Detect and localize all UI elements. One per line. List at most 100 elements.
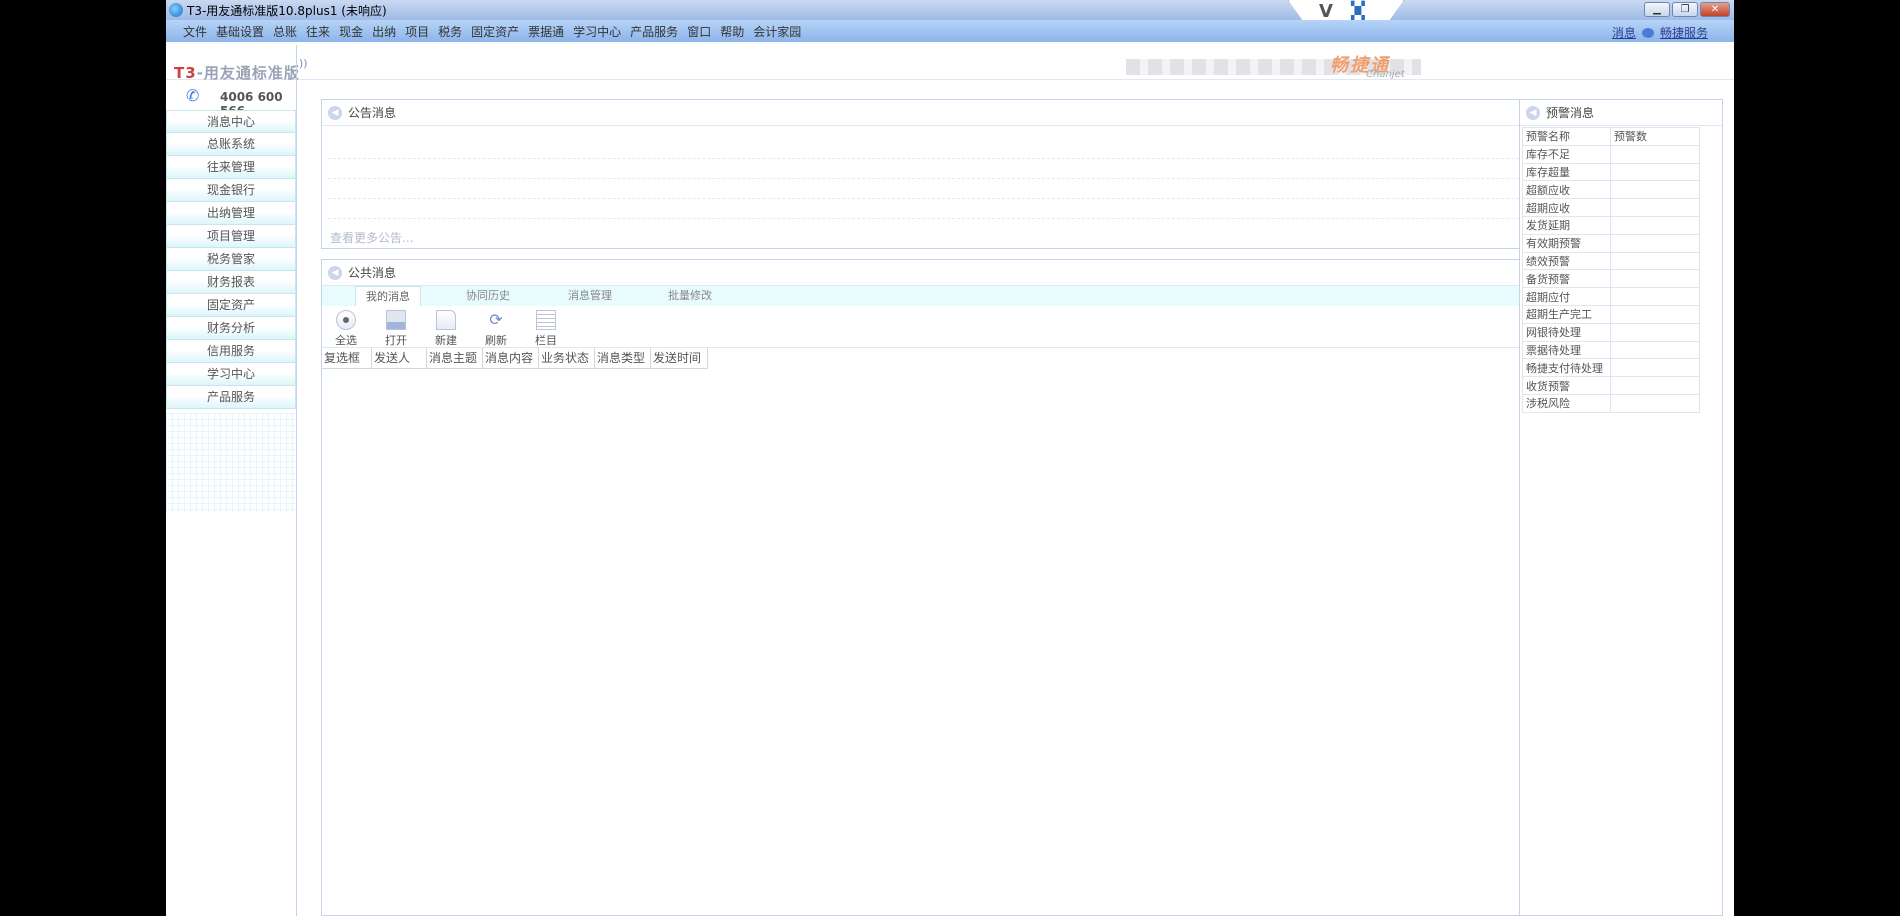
tab-batch-edit[interactable]: 批量修改	[668, 286, 712, 306]
warning-name: 超期生产完工	[1522, 304, 1611, 324]
column-type[interactable]: 消息类型	[595, 348, 651, 369]
table-row[interactable]: 绩效预警	[1522, 251, 1700, 271]
menu-project[interactable]: 项目	[405, 23, 429, 40]
menu-cashier[interactable]: 出纳	[372, 23, 396, 40]
table-row[interactable]: 库存不足	[1522, 144, 1700, 164]
close-button[interactable]: ✕	[1700, 2, 1730, 17]
table-row[interactable]: 畅捷支付待处理	[1522, 358, 1700, 378]
warning-count	[1610, 198, 1700, 217]
column-sender[interactable]: 发送人	[372, 348, 427, 369]
see-more-announcements-link[interactable]: 查看更多公告...	[330, 229, 413, 246]
menu-help[interactable]: 帮助	[720, 23, 744, 40]
table-row[interactable]: 网银待处理	[1522, 322, 1700, 342]
sidebar-item-message-center[interactable]: 消息中心	[166, 110, 296, 133]
column-subject[interactable]: 消息主题	[427, 348, 483, 369]
menu-fixed-assets[interactable]: 固定资产	[471, 23, 519, 40]
column-content[interactable]: 消息内容	[483, 348, 539, 369]
table-header-row: 预警名称 预警数	[1522, 127, 1700, 146]
menu-products[interactable]: 产品服务	[630, 23, 678, 40]
warning-name: 收货预警	[1522, 376, 1611, 395]
tab-collab-history[interactable]: 协同历史	[466, 286, 510, 306]
warning-name: 畅捷支付待处理	[1522, 358, 1611, 378]
table-row[interactable]: 超期应收	[1522, 198, 1700, 217]
warnings-panel: ◀ 预警消息 预警名称 预警数 库存不足 库存超量 超额应收 超期应收 发货延期…	[1519, 99, 1723, 916]
sidebar-item-project[interactable]: 项目管理	[166, 225, 296, 248]
fullscreen-icon[interactable]: ▚▞ ▞▚	[1351, 3, 1365, 21]
table-row[interactable]: 涉税风险	[1522, 393, 1700, 413]
restore-button[interactable]: ❐	[1672, 2, 1698, 17]
warning-name: 库存超量	[1522, 162, 1611, 182]
sidebar-item-credit[interactable]: 信用服务	[166, 340, 296, 363]
warning-count	[1610, 215, 1700, 235]
menu-basic-settings[interactable]: 基础设置	[216, 23, 264, 40]
menu-bills[interactable]: 票据通	[528, 23, 564, 40]
warning-count	[1610, 322, 1700, 342]
announcements-header: ◀ 公告消息	[322, 100, 1675, 126]
select-all-button[interactable]: 全选	[326, 310, 366, 348]
sidebar-item-cashier[interactable]: 出纳管理	[166, 202, 296, 225]
chanjet-service-link[interactable]: 畅捷服务	[1660, 24, 1708, 41]
sidebar-item-accounts[interactable]: 往来管理	[166, 156, 296, 179]
app-icon	[169, 3, 183, 17]
refresh-icon: ⟳	[489, 310, 503, 329]
tab-message-management[interactable]: 消息管理	[568, 286, 612, 306]
table-row[interactable]: 超期生产完工	[1522, 304, 1700, 324]
menu-ledger[interactable]: 总账	[273, 23, 297, 40]
warning-count	[1610, 358, 1700, 378]
announcements-title: 公告消息	[348, 106, 397, 120]
arrow-left-icon: ◀	[328, 265, 342, 280]
table-row[interactable]: 备货预警	[1522, 269, 1700, 289]
warning-count	[1610, 269, 1700, 289]
table-row[interactable]: 库存超量	[1522, 162, 1700, 182]
table-row[interactable]: 超额应收	[1522, 180, 1700, 200]
sidebar-item-reports[interactable]: 财务报表	[166, 271, 296, 294]
warning-name: 库存不足	[1522, 144, 1611, 164]
table-row[interactable]: 超期应付	[1522, 287, 1700, 306]
sidebar-item-tax[interactable]: 税务管家	[166, 248, 296, 271]
public-messages-header: ◀ 公共消息	[322, 260, 1675, 286]
arrow-left-icon: ◀	[1526, 105, 1540, 120]
sidebar-item-fixed-assets[interactable]: 固定资产	[166, 294, 296, 317]
warning-name: 超期应付	[1522, 287, 1611, 306]
phone-icon: ✆	[186, 86, 200, 105]
warning-name: 有效期预警	[1522, 233, 1611, 253]
warnings-table: 预警名称 预警数 库存不足 库存超量 超额应收 超期应收 发货延期 有效期预警 …	[1522, 127, 1700, 413]
message-tabs: 我的消息 协同历史 消息管理 批量修改	[322, 286, 1675, 306]
menu-learning[interactable]: 学习中心	[573, 23, 621, 40]
window-controls: ▁ ❐ ✕	[1644, 2, 1730, 17]
app-window: T3-用友通标准版10.8plus1 (未响应) V ▚▞ ▞▚ ▁ ❐ ✕ 文件…	[166, 0, 1734, 916]
message-grid-header: 复选框 发送人 消息主题 消息内容 业务状态 消息类型 发送时间	[322, 348, 708, 369]
refresh-button[interactable]: ⟳ 刷新	[476, 310, 516, 348]
brand-logo-sub: Chanjet	[1366, 69, 1405, 80]
new-button[interactable]: 新建	[426, 310, 466, 348]
column-status[interactable]: 业务状态	[539, 348, 595, 369]
column-checkbox[interactable]: 复选框	[322, 348, 372, 369]
menu-cash[interactable]: 现金	[339, 23, 363, 40]
message-link[interactable]: 消息	[1612, 24, 1636, 41]
open-icon	[386, 310, 406, 330]
sidebar-item-products[interactable]: 产品服务	[166, 386, 296, 409]
tab-my-messages[interactable]: 我的消息	[355, 286, 421, 306]
sidebar-item-cash-bank[interactable]: 现金银行	[166, 179, 296, 202]
open-button[interactable]: 打开	[376, 310, 416, 348]
warning-count	[1610, 144, 1700, 164]
menu-window[interactable]: 窗口	[687, 23, 711, 40]
sidebar-item-learning[interactable]: 学习中心	[166, 363, 296, 386]
menu-tax[interactable]: 税务	[438, 23, 462, 40]
menu-accounts[interactable]: 往来	[306, 23, 330, 40]
column-send-time[interactable]: 发送时间	[651, 348, 708, 369]
sidebar-item-ledger[interactable]: 总账系统	[166, 133, 296, 156]
table-row[interactable]: 发货延期	[1522, 215, 1700, 235]
divider	[328, 158, 1669, 159]
table-row[interactable]: 票据待处理	[1522, 340, 1700, 360]
sidebar-item-analysis[interactable]: 财务分析	[166, 317, 296, 340]
collapse-chevron-icon[interactable]: V	[1319, 1, 1333, 22]
menu-file[interactable]: 文件	[183, 23, 207, 40]
columns-icon	[536, 310, 556, 330]
columns-button[interactable]: 栏目	[526, 310, 566, 348]
table-row[interactable]: 有效期预警	[1522, 233, 1700, 253]
table-row[interactable]: 收货预警	[1522, 376, 1700, 395]
menu-accounting-home[interactable]: 会计家园	[753, 23, 801, 40]
new-document-icon	[436, 310, 456, 330]
minimize-button[interactable]: ▁	[1644, 2, 1670, 17]
